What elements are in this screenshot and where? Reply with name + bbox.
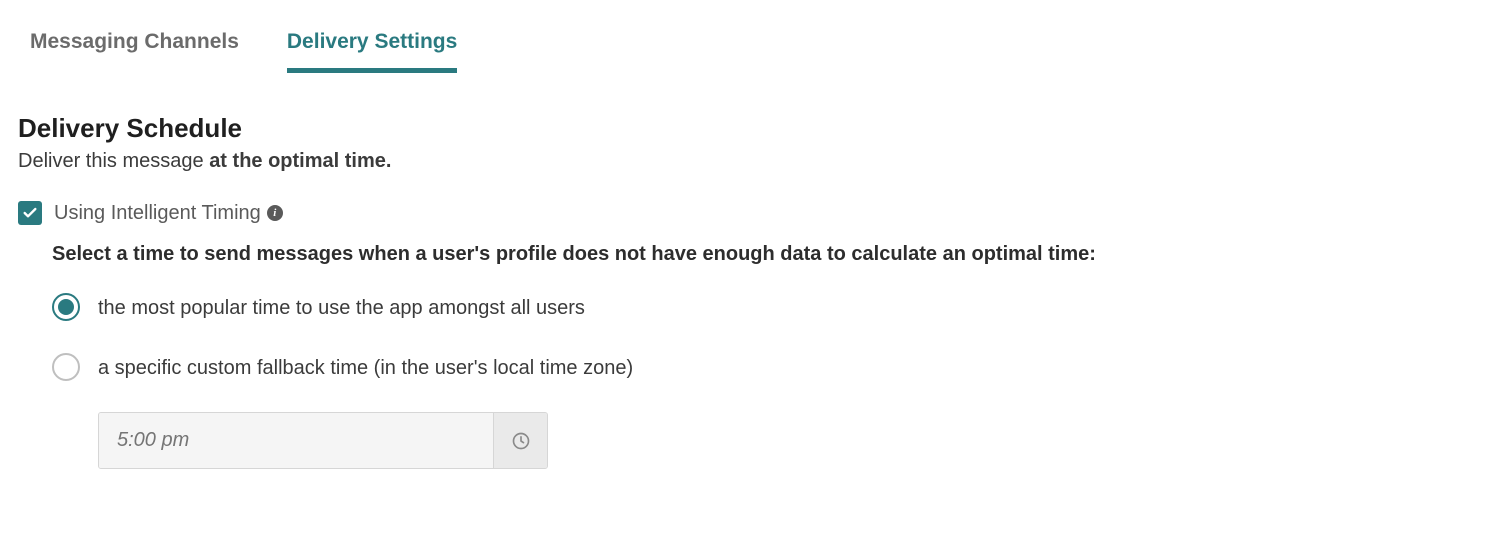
radio-popular-time[interactable] [52,293,80,321]
check-icon [22,205,38,221]
subtext-bold: at the optimal time. [209,150,391,172]
tab-delivery-settings[interactable]: Delivery Settings [287,30,457,73]
fallback-option-popular: the most popular time to use the app amo… [52,292,712,324]
fallback-option-custom: a specific custom fallback time (in the … [52,352,712,384]
clock-icon [511,431,531,451]
info-icon[interactable]: i [267,205,283,221]
intelligent-timing-checkbox[interactable] [18,201,42,225]
fallback-block: Select a time to send messages when a us… [18,243,1470,469]
fallback-time-field [98,412,548,469]
intelligent-timing-row: Using Intelligent Timing i [18,201,1470,225]
fallback-prompt: Select a time to send messages when a us… [52,243,1470,266]
section-title: Delivery Schedule [18,113,1470,144]
section-subtext: Deliver this message at the optimal time… [18,150,1470,173]
tab-messaging-channels[interactable]: Messaging Channels [30,30,239,73]
subtext-prefix: Deliver this message [18,150,209,172]
fallback-time-input[interactable] [99,413,493,468]
time-picker-button[interactable] [493,413,547,468]
intelligent-timing-label-wrap: Using Intelligent Timing i [54,202,283,225]
radio-popular-time-label: the most popular time to use the app amo… [98,292,585,324]
radio-custom-time[interactable] [52,353,80,381]
tabs: Messaging Channels Delivery Settings [18,30,1470,73]
intelligent-timing-label: Using Intelligent Timing [54,202,261,225]
radio-custom-time-label: a specific custom fallback time (in the … [98,352,633,384]
